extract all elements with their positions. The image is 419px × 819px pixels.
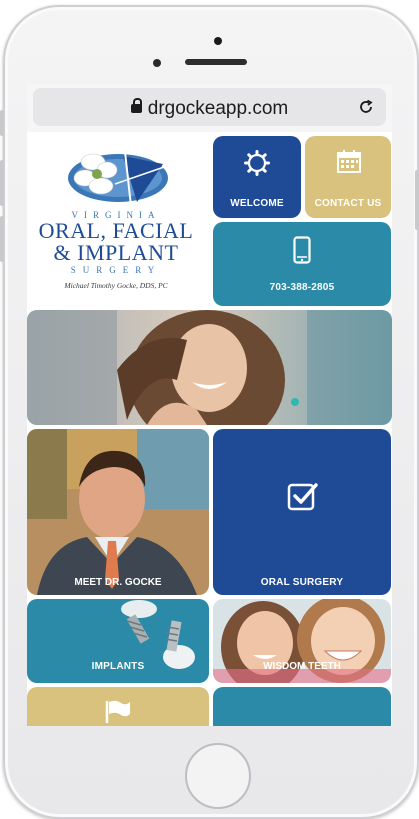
dogwood-flower-logo-icon [68,151,168,207]
url-text: drgockeapp.com [147,98,289,119]
phone-icon [293,236,311,264]
phone-number-label: 703-388-2805 [269,282,335,293]
implants-label: IMPLANTS [91,661,145,672]
meet-dr-gocke-label: MEET DR. GOCKE [74,577,162,588]
wisdom-teeth-tile[interactable]: WISDOM TEETH [213,599,391,683]
welcome-label: WELCOME [230,198,284,209]
oral-surgery-tile[interactable]: ORAL SURGERY [213,429,391,595]
lock-icon [130,98,142,113]
mute-switch[interactable] [0,110,4,136]
home-button[interactable] [185,743,251,809]
flag-icon [105,700,130,723]
proximity-sensor [153,59,161,67]
reload-icon[interactable] [356,97,376,117]
wisdom-teeth-label: WISDOM TEETH [263,661,341,672]
phone-tile[interactable]: 703-388-2805 [213,222,391,306]
welcome-tile[interactable]: WELCOME [213,136,301,218]
oral-surgery-label: ORAL SURGERY [260,577,344,588]
volume-up-button[interactable] [0,160,4,206]
contact-us-tile[interactable]: CONTACT US [305,136,391,218]
hero-banner-photo [27,310,392,425]
power-button[interactable] [415,170,419,230]
smiling-woman-image [27,310,392,425]
bottom-left-tile[interactable] [27,687,209,726]
bottom-right-tile[interactable] [213,687,391,726]
phone-screen: drgockeapp.com VIRGINIA ORAL, FACIAL & I… [27,84,392,726]
contact-us-label: CONTACT US [314,198,382,209]
logo-doctor-name: Michael Timothy Gocke, DDS, PC [64,281,168,290]
implants-tile[interactable]: IMPLANTS [27,599,209,683]
logo-line-2: & IMPLANT [53,240,179,265]
web-content: VIRGINIA ORAL, FACIAL & IMPLANT SURGERY … [27,132,392,726]
url-display[interactable]: drgockeapp.com [33,98,386,120]
checkbox-icon [287,483,318,511]
calendar-icon [337,150,361,173]
dr-gocke-portrait-image [27,429,209,595]
practice-logo[interactable]: VIRGINIA ORAL, FACIAL & IMPLANT SURGERY … [31,136,201,296]
meet-dr-gocke-tile[interactable]: MEET DR. GOCKE [27,429,209,595]
earpiece-speaker [185,59,247,65]
front-camera [214,37,222,45]
address-bar[interactable]: drgockeapp.com [33,88,386,126]
volume-down-button[interactable] [0,216,4,262]
logo-subtitle: SURGERY [70,265,162,275]
gear-icon [244,150,270,176]
